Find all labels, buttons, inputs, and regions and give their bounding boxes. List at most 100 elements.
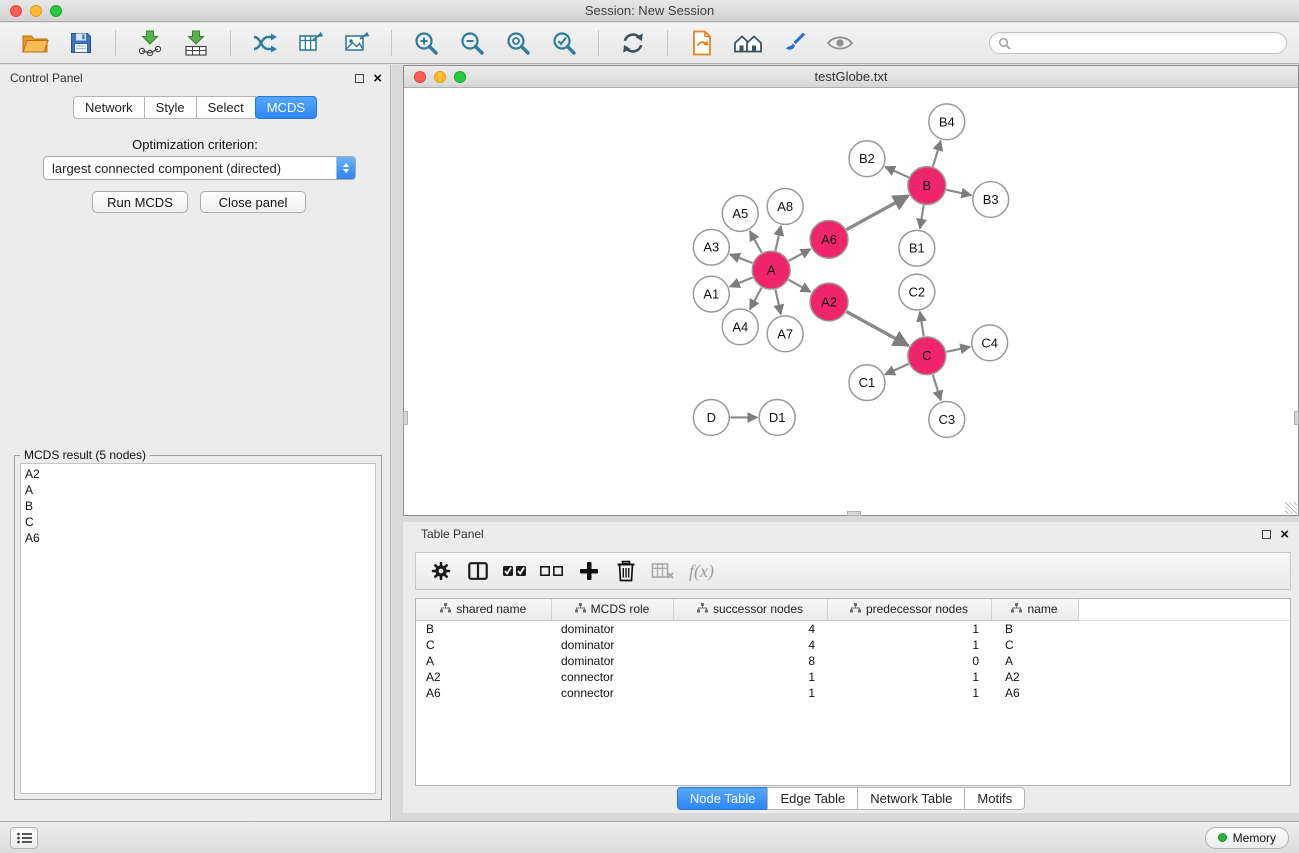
node-B[interactable]: B	[908, 167, 946, 205]
node-B2[interactable]: B2	[849, 141, 885, 177]
node-C3[interactable]: C3	[929, 402, 965, 438]
table-row[interactable]: Cdominator41C	[416, 637, 1290, 653]
edge-A-A7[interactable]	[775, 290, 780, 315]
close-panel-icon[interactable]: ×	[373, 73, 382, 84]
network-window-titlebar[interactable]: testGlobe.txt	[404, 66, 1298, 88]
node-A1[interactable]: A1	[693, 276, 729, 312]
edge-A2-C[interactable]	[847, 312, 909, 346]
result-item[interactable]: B	[21, 498, 375, 514]
refresh-button[interactable]	[616, 27, 650, 59]
node-C[interactable]: C	[908, 337, 946, 375]
resize-grip[interactable]	[1285, 502, 1297, 514]
edge-A-A3[interactable]	[730, 254, 753, 263]
zoom-out-button[interactable]	[455, 27, 489, 59]
column-header-predecessor-nodes[interactable]: predecessor nodes	[827, 599, 991, 620]
node-A8[interactable]: A8	[767, 189, 803, 225]
result-item[interactable]: C	[21, 514, 375, 530]
edge-C-C3[interactable]	[933, 375, 941, 401]
column-header-MCDS-role[interactable]: MCDS role	[551, 599, 673, 620]
scroll-indicator-right[interactable]	[1294, 411, 1299, 425]
tab-node-table[interactable]: Node Table	[677, 787, 769, 810]
node-C1[interactable]: C1	[849, 365, 885, 401]
column-settings-button[interactable]	[422, 555, 459, 587]
node-A2[interactable]: A2	[810, 283, 848, 321]
home-button[interactable]	[731, 27, 765, 59]
memory-button[interactable]: Memory	[1205, 827, 1289, 849]
scroll-indicator-bottom[interactable]	[847, 511, 861, 516]
node-B4[interactable]: B4	[929, 104, 965, 140]
style-button[interactable]	[777, 27, 811, 59]
zoom-window-button[interactable]	[50, 5, 62, 17]
unselect-all-columns-button[interactable]	[533, 555, 570, 587]
column-header-shared-name[interactable]: shared name	[416, 599, 551, 620]
search-box[interactable]	[989, 32, 1287, 54]
node-A6[interactable]: A6	[810, 220, 848, 258]
open-network-file-button[interactable]	[685, 27, 719, 59]
result-item[interactable]: A2	[21, 466, 375, 482]
window-titlebar[interactable]: Session: New Session	[0, 0, 1299, 22]
search-input[interactable]	[1016, 36, 1278, 50]
close-panel-icon[interactable]: ×	[1280, 529, 1289, 540]
tab-network-table[interactable]: Network Table	[857, 787, 965, 810]
optimization-criterion-select[interactable]: largest connected component (directed)	[43, 156, 356, 180]
function-builder-button[interactable]: f(x)	[681, 561, 722, 582]
tab-style[interactable]: Style	[144, 96, 197, 119]
delete-table-button[interactable]	[644, 555, 681, 587]
export-network-button[interactable]	[248, 27, 282, 59]
edge-A-A8[interactable]	[775, 226, 780, 251]
node-A5[interactable]: A5	[722, 195, 758, 231]
tab-edge-table[interactable]: Edge Table	[767, 787, 858, 810]
export-image-button[interactable]	[340, 27, 374, 59]
export-table-button[interactable]	[294, 27, 328, 59]
open-session-button[interactable]	[18, 27, 52, 59]
edge-B-B1[interactable]	[920, 205, 924, 228]
edge-A-A5[interactable]	[750, 231, 762, 253]
edge-A-A4[interactable]	[750, 288, 762, 310]
edge-C-C1[interactable]	[885, 364, 909, 375]
column-header-name[interactable]: name	[991, 599, 1078, 620]
network-minimize-button[interactable]	[434, 71, 446, 83]
node-B3[interactable]: B3	[973, 182, 1009, 218]
float-panel-icon[interactable]	[355, 74, 364, 83]
show-panels-button[interactable]	[10, 827, 38, 849]
table-row[interactable]: Bdominator41B	[416, 620, 1290, 637]
edge-B-B4[interactable]	[933, 141, 941, 167]
node-C4[interactable]: C4	[972, 325, 1008, 361]
float-panel-icon[interactable]	[1262, 530, 1271, 539]
mcds-result-list[interactable]: A2ABCA6	[20, 463, 376, 794]
zoom-in-button[interactable]	[409, 27, 443, 59]
tab-select[interactable]: Select	[196, 96, 256, 119]
edge-A-A2[interactable]	[789, 280, 811, 292]
column-header-successor-nodes[interactable]: successor nodes	[673, 599, 827, 620]
import-table-button[interactable]	[179, 27, 213, 59]
network-close-button[interactable]	[414, 71, 426, 83]
table-row[interactable]: Adominator80A	[416, 653, 1290, 669]
tab-motifs[interactable]: Motifs	[964, 787, 1025, 810]
edge-A6-B[interactable]	[847, 196, 909, 230]
edge-C-C4[interactable]	[946, 347, 970, 352]
result-item[interactable]: A6	[21, 530, 375, 546]
edge-B-B3[interactable]	[946, 190, 971, 195]
toggle-visibility-button[interactable]	[823, 27, 857, 59]
node-B1[interactable]: B1	[899, 230, 935, 266]
node-C2[interactable]: C2	[899, 274, 935, 310]
add-column-button[interactable]	[570, 555, 607, 587]
close-panel-button[interactable]: Close panel	[200, 191, 306, 213]
show-columns-button[interactable]	[459, 555, 496, 587]
zoom-selected-button[interactable]	[547, 27, 581, 59]
close-window-button[interactable]	[10, 5, 22, 17]
edge-C-C2[interactable]	[920, 312, 924, 336]
node-D[interactable]: D	[693, 400, 729, 436]
node-A7[interactable]: A7	[767, 316, 803, 352]
edge-A-A1[interactable]	[730, 278, 753, 287]
result-item[interactable]: A	[21, 482, 375, 498]
edge-A-A6[interactable]	[789, 249, 811, 261]
select-all-columns-button[interactable]	[496, 555, 533, 587]
node-A[interactable]: A	[752, 251, 790, 289]
table-row[interactable]: A6connector11A6	[416, 685, 1290, 701]
scroll-indicator-left[interactable]	[403, 411, 408, 425]
network-zoom-button[interactable]	[454, 71, 466, 83]
tab-network[interactable]: Network	[73, 96, 145, 119]
network-graph[interactable]: B4B2BB3A5A8A6B1A3AC2A1A2A4A7C4CC1C3DD1	[405, 89, 1297, 514]
minimize-window-button[interactable]	[30, 5, 42, 17]
